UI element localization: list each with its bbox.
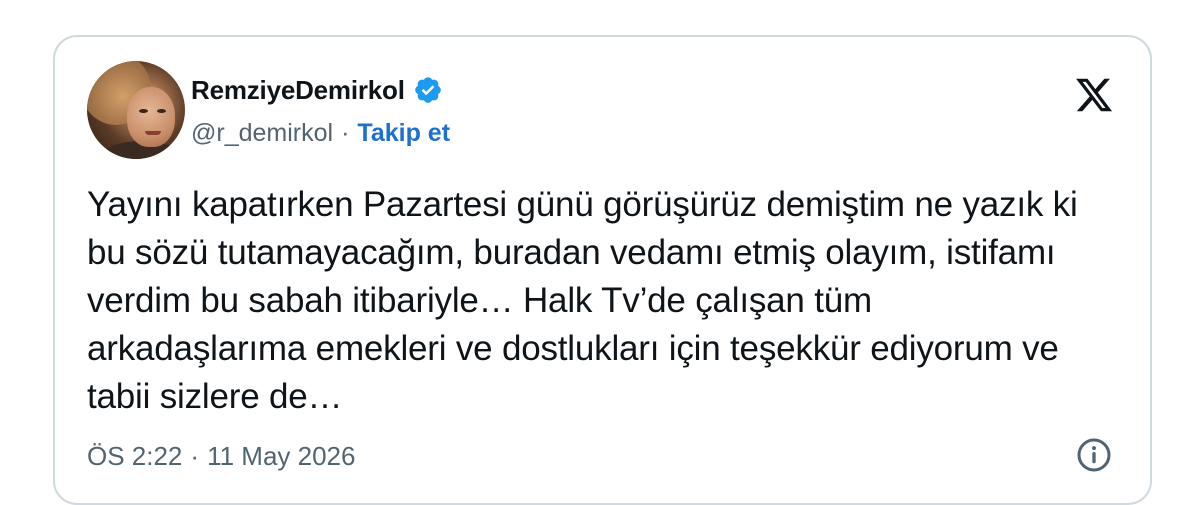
separator-dot: · bbox=[341, 118, 350, 147]
author-display-name[interactable]: RemziyeDemirkol bbox=[191, 75, 405, 106]
x-logo-icon[interactable] bbox=[1072, 75, 1116, 115]
avatar-face bbox=[127, 87, 175, 147]
meta-separator: · bbox=[190, 440, 200, 471]
author-name-row: RemziyeDemirkol bbox=[191, 73, 443, 107]
verified-badge-icon bbox=[414, 77, 441, 103]
avatar-eye bbox=[139, 109, 148, 113]
author-handle-row: @r_demirkol · Takip et bbox=[191, 116, 450, 150]
avatar-eye bbox=[157, 109, 166, 113]
tweet-card: RemziyeDemirkol @r_demirkol · Takip et Y… bbox=[53, 35, 1152, 505]
author-handle[interactable]: @r_demirkol bbox=[191, 119, 333, 148]
tweet-text: Yayını kapatırken Pazartesi günü görüşür… bbox=[87, 185, 1078, 416]
tweet-date[interactable]: 11 May 2026 bbox=[207, 441, 355, 472]
tweet-time[interactable]: ÖS 2:22 bbox=[87, 441, 182, 472]
info-icon[interactable] bbox=[1076, 437, 1112, 473]
avatar-mouth bbox=[145, 131, 161, 135]
follow-button[interactable]: Takip et bbox=[357, 119, 450, 148]
tweet-meta-row: ÖS 2:22 · 11 May 2026 bbox=[87, 439, 355, 473]
avatar[interactable] bbox=[87, 61, 185, 159]
